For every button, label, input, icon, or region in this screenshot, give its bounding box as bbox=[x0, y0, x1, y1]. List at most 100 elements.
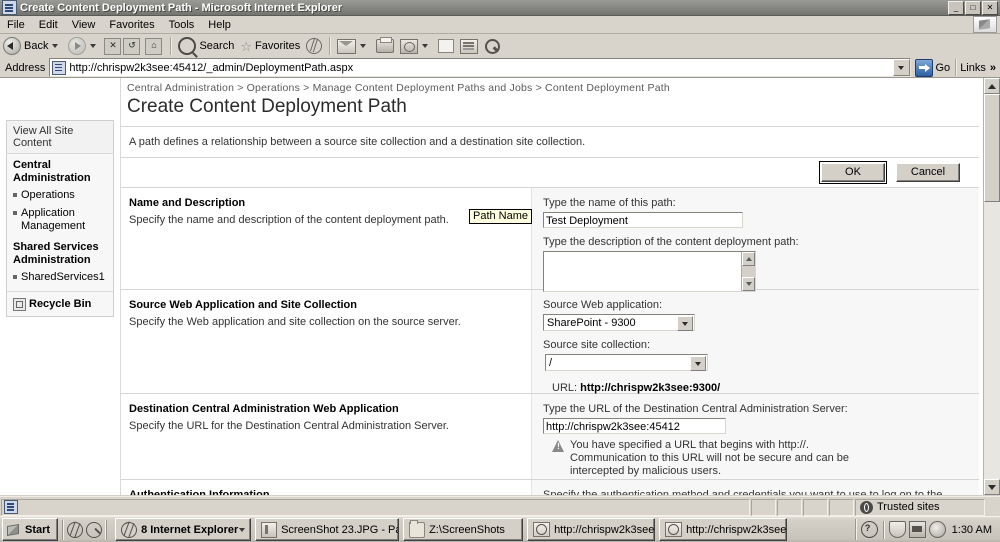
windows-flag-icon bbox=[7, 524, 21, 536]
printer-icon bbox=[376, 37, 395, 53]
links-bar[interactable]: Links » bbox=[955, 59, 1000, 76]
ie-document-icon bbox=[533, 522, 551, 537]
scroll-down-icon[interactable] bbox=[742, 277, 755, 291]
menu-item-view[interactable]: View bbox=[65, 18, 103, 32]
refresh-icon[interactable]: ↺ bbox=[123, 37, 141, 55]
print-button[interactable] bbox=[373, 35, 397, 57]
path-name-input[interactable]: Test Deployment bbox=[543, 212, 743, 228]
menu-item-file[interactable]: File bbox=[0, 18, 32, 32]
stop-icon[interactable]: ✕ bbox=[104, 37, 122, 55]
back-arrow-icon bbox=[3, 37, 21, 55]
breadcrumb[interactable]: Central Administration > Operations > Ma… bbox=[121, 78, 979, 94]
media-button[interactable] bbox=[303, 35, 325, 57]
scroll-down-button[interactable] bbox=[984, 479, 1000, 495]
quick-launch-bar bbox=[62, 519, 108, 540]
source-sitecollection-select[interactable]: / bbox=[545, 354, 708, 371]
mail-button[interactable] bbox=[334, 35, 373, 57]
sidebar-item-view-all-site-content[interactable]: View All Site Content bbox=[7, 121, 113, 154]
search-icon bbox=[178, 37, 197, 55]
sidebar-item-recycle-bin[interactable]: Recycle Bin bbox=[7, 291, 113, 316]
scroll-up-icon[interactable] bbox=[742, 252, 755, 266]
sidebar-item-application-management[interactable]: Application Management bbox=[7, 205, 113, 236]
taskbar-button-ie-group[interactable]: 8 Internet Explorer bbox=[115, 518, 252, 541]
forward-button[interactable] bbox=[65, 35, 103, 57]
chevron-down-icon-2[interactable] bbox=[690, 356, 706, 371]
window-controls: _ □ ✕ bbox=[948, 0, 1000, 15]
menu-item-help[interactable]: Help bbox=[201, 18, 238, 32]
taskbar-button-explorer[interactable]: Z:\ScreenShots bbox=[403, 518, 524, 541]
source-webapp-select[interactable]: SharePoint - 9300 bbox=[543, 314, 695, 331]
menu-item-favorites[interactable]: Favorites bbox=[102, 18, 161, 32]
start-button[interactable]: Start bbox=[2, 518, 59, 541]
help-icon[interactable] bbox=[860, 521, 878, 538]
messenger-button[interactable] bbox=[435, 35, 457, 57]
section-source-title: Source Web Application and Site Collecti… bbox=[129, 299, 357, 311]
textarea-scrollbar[interactable] bbox=[741, 252, 755, 291]
updates-icon[interactable] bbox=[928, 521, 946, 538]
ie-window: Create Content Deployment Path - Microso… bbox=[0, 0, 1000, 542]
ok-button[interactable]: OK bbox=[819, 161, 887, 184]
quick-launch-ie-icon[interactable] bbox=[67, 521, 84, 538]
menu-item-edit[interactable]: Edit bbox=[32, 18, 65, 32]
back-dropdown-caret-icon[interactable] bbox=[52, 44, 59, 48]
minimize-button[interactable]: _ bbox=[948, 0, 964, 15]
scrollbar-thumb[interactable] bbox=[984, 94, 1000, 202]
edit-button[interactable] bbox=[397, 35, 435, 57]
taskbar-button-ie-9300[interactable]: http://chrispw2k3see:93... bbox=[527, 518, 656, 541]
toolbar-separator-2 bbox=[329, 37, 331, 55]
favorites-button[interactable]: ☆ Favorites bbox=[237, 35, 303, 57]
address-dropdown-button[interactable] bbox=[892, 59, 910, 76]
scroll-up-button[interactable] bbox=[984, 78, 1000, 94]
address-input[interactable]: http://chrispw2k3see:45412/_admin/Deploy… bbox=[49, 58, 911, 77]
source-sitecollection-value: / bbox=[549, 356, 553, 369]
taskbar-explorer-label: Z:\ScreenShots bbox=[429, 523, 505, 536]
resize-grip[interactable] bbox=[986, 499, 1000, 516]
chevron-down-icon-taskbar[interactable] bbox=[239, 527, 246, 532]
home-button[interactable]: ⌂ bbox=[141, 35, 166, 57]
chevron-right-icon[interactable]: » bbox=[990, 62, 996, 74]
cancel-button[interactable]: Cancel bbox=[896, 163, 960, 182]
security-shield-icon[interactable] bbox=[888, 521, 906, 538]
home-icon[interactable]: ⌂ bbox=[145, 37, 163, 55]
clock[interactable]: 1:30 AM bbox=[949, 524, 997, 536]
source-webapp-value: SharePoint - 9300 bbox=[547, 316, 636, 329]
chevron-down-icon[interactable] bbox=[677, 316, 693, 331]
restore-button[interactable]: □ bbox=[965, 0, 981, 15]
taskbar-paint-label: ScreenShot 23.JPG - Paint bbox=[281, 523, 398, 536]
forward-dropdown-caret-icon[interactable] bbox=[90, 44, 97, 48]
section-name-left: Name and Description Specify the name an… bbox=[121, 188, 531, 289]
page-scrollbar[interactable] bbox=[983, 78, 1000, 495]
taskbar-ie-group-label: 8 Internet Explorer bbox=[141, 523, 239, 536]
discuss-icon bbox=[484, 39, 501, 54]
security-zone-label: Trusted sites bbox=[877, 501, 940, 513]
sharepoint-sidebar: View All Site Content Central Administra… bbox=[0, 78, 121, 495]
design-button[interactable] bbox=[457, 35, 481, 57]
menu-item-tools[interactable]: Tools bbox=[162, 18, 202, 32]
taskbar-button-paint[interactable]: ScreenShot 23.JPG - Paint bbox=[255, 518, 400, 541]
destination-url-label: Type the URL of the Destination Central … bbox=[543, 403, 848, 415]
discuss-button[interactable] bbox=[481, 35, 502, 57]
back-button[interactable]: Back bbox=[0, 35, 65, 57]
destination-url-input[interactable]: http://chrispw2k3see:45412 bbox=[543, 418, 726, 434]
search-button[interactable]: Search bbox=[175, 35, 237, 57]
sidebar-item-sharedservices1[interactable]: SharedServices1 bbox=[7, 269, 113, 287]
quick-launch-desktop-icon[interactable] bbox=[86, 521, 103, 538]
edit-dropdown-caret-icon[interactable] bbox=[422, 44, 429, 48]
network-icon[interactable] bbox=[908, 521, 926, 538]
back-label: Back bbox=[24, 40, 49, 52]
sidebar-item-operations[interactable]: Operations bbox=[7, 187, 113, 205]
mail-dropdown-caret-icon[interactable] bbox=[360, 44, 367, 48]
path-description-textarea[interactable] bbox=[543, 251, 756, 292]
address-label: Address bbox=[5, 61, 46, 74]
close-button[interactable]: ✕ bbox=[982, 0, 998, 15]
security-zone-pane[interactable]: Trusted sites bbox=[855, 498, 985, 516]
section-source-desc: Specify the Web application and site col… bbox=[129, 316, 461, 328]
section-auth-left: Authentication Information Specify the a… bbox=[121, 480, 531, 495]
section-auth-title: Authentication Information bbox=[129, 489, 270, 495]
taskbar-button-ie-90[interactable]: http://chrispw2k3see:90... bbox=[659, 518, 788, 541]
action-button-row: OK Cancel bbox=[121, 158, 979, 187]
section-source-right: Source Web application: SharePoint - 930… bbox=[531, 290, 979, 394]
go-button[interactable]: Go bbox=[913, 58, 956, 77]
path-name-tooltip: Path Name bbox=[469, 209, 533, 224]
taskbar: Start 8 Internet Explorer ScreenShot 23.… bbox=[0, 516, 1000, 542]
